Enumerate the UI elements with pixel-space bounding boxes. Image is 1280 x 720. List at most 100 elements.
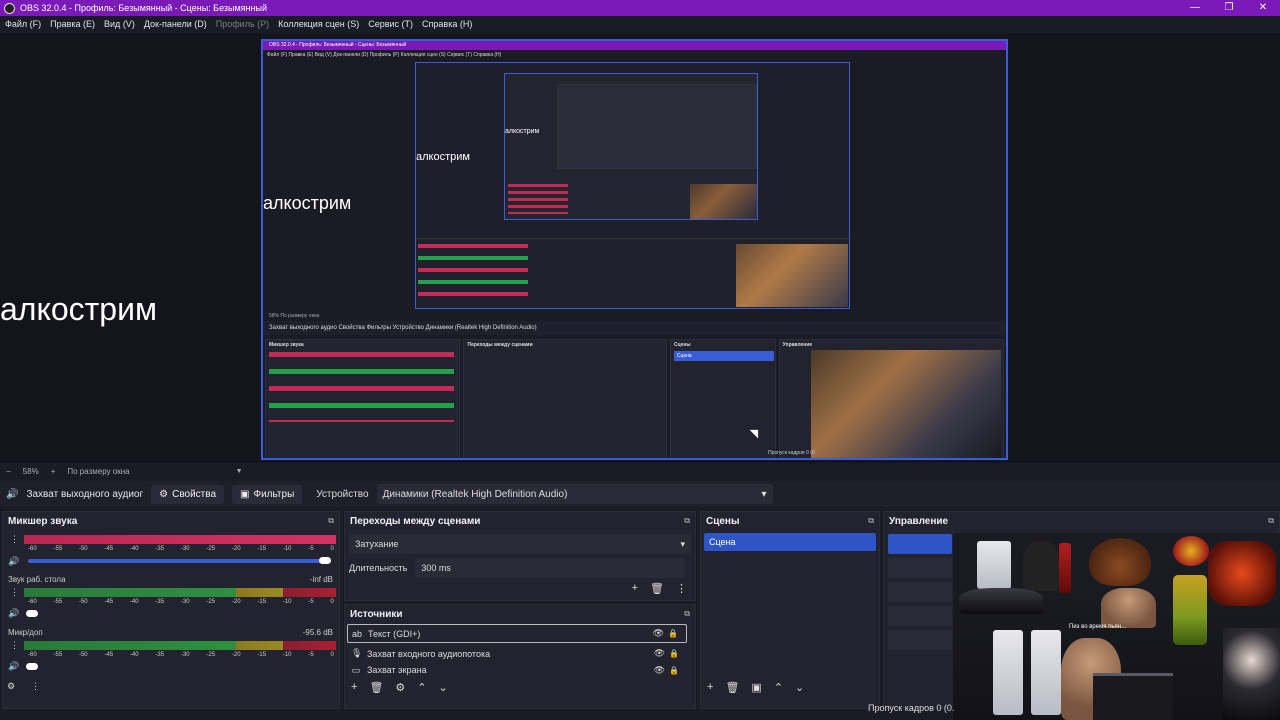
eye-icon[interactable]: 👁 [654,665,665,676]
filters-label: Фильтры [253,488,295,500]
preview-overlay-text: алкострим [0,291,157,327]
close-button[interactable]: ✕ [1246,0,1280,16]
db-scale-label: -30 [180,599,190,605]
menu-help[interactable]: Справка (H) [422,19,472,29]
studio-mode-button[interactable] [888,606,952,626]
soda-bottle-image [1059,543,1071,593]
properties-button[interactable]: ⚙ Свойства [151,484,225,504]
mixer-settings-gear-icon[interactable]: ⚙ [7,681,15,692]
add-icon[interactable]: + [707,681,713,694]
add-icon[interactable]: + [351,681,357,694]
nested-inner-capture: алкострим алкострим [415,62,850,309]
db-scale-label: -25 [206,652,216,658]
trash-icon[interactable]: 🗑 [650,582,664,595]
db-scale-label: -35 [155,546,165,552]
more-icon[interactable]: ⋮ [676,582,687,595]
mute-toggle-icon[interactable]: 🔊 [8,556,19,567]
filters-button[interactable]: ▣ Фильтры [232,484,303,504]
mute-toggle-icon[interactable]: 🔊 [8,608,19,619]
db-scale-label: -20 [231,599,241,605]
nested-controls-title: Управление [782,342,813,348]
db-scale-label: 0 [330,652,334,658]
duration-input[interactable]: 300 ms [415,558,686,578]
device-select[interactable]: Динамики (Realtek High Definition Audio)… [376,484,773,504]
source-item[interactable]: ▭ Захват экрана 👁 🔒 [347,664,687,676]
trash-icon[interactable]: 🗑 [725,681,739,694]
zoom-fit-select[interactable]: По размеру окна [67,467,129,476]
lock-icon[interactable]: 🔒 [669,666,679,675]
source-item[interactable]: ab Текст (GDI+) 👁 🔒 [347,624,687,643]
monitor-icon: ▭ [351,664,361,675]
volume-slider-handle[interactable] [319,557,331,564]
scenes-header: Сцены ⧉ [701,512,879,530]
gear-icon[interactable]: ⚙ [395,681,405,694]
transition-select[interactable]: Затухание ▾ [349,534,691,554]
minimize-button[interactable]: — [1178,0,1212,16]
title-bar: OBS 32.0.4 - Профиль: Безымянный - Сцены… [0,0,1280,16]
table-image [1093,673,1173,720]
lock-icon[interactable]: 🔒 [668,629,678,638]
dock-float-icon[interactable]: ⧉ [868,516,874,526]
maximize-button[interactable]: ❐ [1212,0,1246,16]
sources-header: Источники ⧉ [345,605,695,623]
db-scale: -60 -55 -50 -45 -40 -35 -30 -25 -20 -15 … [28,599,334,605]
start-recording-button[interactable] [888,558,952,578]
db-scale-label: -5 [308,599,314,605]
dock-float-icon[interactable]: ⧉ [684,516,690,526]
mute-toggle-icon[interactable]: 🔊 [8,661,19,672]
lock-icon[interactable]: 🔒 [669,649,679,658]
dock-float-icon[interactable]: ⧉ [684,609,690,619]
zoom-dropdown-icon[interactable]: ▼ [236,468,243,475]
source-name: Захват экрана [367,665,427,675]
db-scale-label: -30 [180,652,190,658]
trash-icon[interactable]: 🗑 [369,681,383,694]
menu-profile[interactable]: Профиль (P) [216,19,269,29]
db-scale-label: -40 [129,546,139,552]
zoom-out-button[interactable]: − [6,467,11,476]
dock-float-icon[interactable]: ⧉ [328,516,334,526]
arrow-down-icon[interactable]: ⌄ [439,681,448,694]
mixer-menu-icon[interactable]: ⋮ [31,681,40,692]
mixer-channel-mic: Микр/доп -95.6 dB -60 -55 -50 -45 -40 -3… [8,628,336,671]
transition-value: Затухание [355,539,399,549]
menu-edit[interactable]: Правка (E) [50,19,95,29]
menu-file[interactable]: Файл (F) [5,19,41,29]
volume-slider-handle[interactable] [26,610,38,617]
menu-tools[interactable]: Сервис (T) [368,19,413,29]
db-scale-label: -40 [129,599,139,605]
chevron-down-icon: ▾ [761,488,767,500]
transitions-title: Переходы между сценами [350,515,481,527]
menu-scene-collection[interactable]: Коллекция сцен (S) [278,19,359,29]
dock-float-icon[interactable]: ⧉ [1268,516,1274,526]
nested-mixer-dock: Микшер звука [265,339,461,458]
scene-actions: + 🗑 ▣ ⌃ ⌄ [707,681,804,694]
scene-item[interactable]: Сцена [704,533,876,551]
start-streaming-button[interactable] [888,534,952,554]
transitions-header: Переходы между сценами ⧉ [345,512,695,530]
zoom-in-button[interactable]: + [51,467,56,476]
nested-preview-capture: OBS 32.0.4 - Профиль: Безымянный - Сцены… [261,39,1008,460]
nested-deep-image [690,184,757,219]
menu-view[interactable]: Вид (V) [104,19,135,29]
volume-meter [24,535,336,544]
mixer-channel-menu-icon[interactable]: ⋮ [10,640,19,651]
mixer-channel-menu-icon[interactable]: ⋮ [10,534,19,545]
nested-inner-image [736,244,848,307]
volume-slider-handle[interactable] [26,663,38,670]
eye-icon[interactable]: 👁 [653,628,664,639]
menu-docks[interactable]: Док-панели (D) [144,19,207,29]
eye-icon[interactable]: 👁 [654,648,665,659]
arrow-up-icon[interactable]: ⌃ [417,681,426,694]
db-scale-label: -15 [257,652,267,658]
volume-slider[interactable] [28,559,328,563]
add-icon[interactable]: + [632,582,638,595]
virtual-camera-button[interactable] [888,582,952,602]
arrow-down-icon[interactable]: ⌄ [795,681,804,694]
nested-deep-capture: алкострим [504,73,758,220]
source-item[interactable]: 🎙 Захват входного аудиопотока 👁 🔒 [347,644,687,663]
settings-button[interactable] [888,630,952,650]
mixer-channel-menu-icon[interactable]: ⋮ [10,587,19,598]
db-scale-label: -35 [155,599,165,605]
arrow-up-icon[interactable]: ⌃ [774,681,783,694]
filter-icon[interactable]: ▣ [751,681,761,694]
